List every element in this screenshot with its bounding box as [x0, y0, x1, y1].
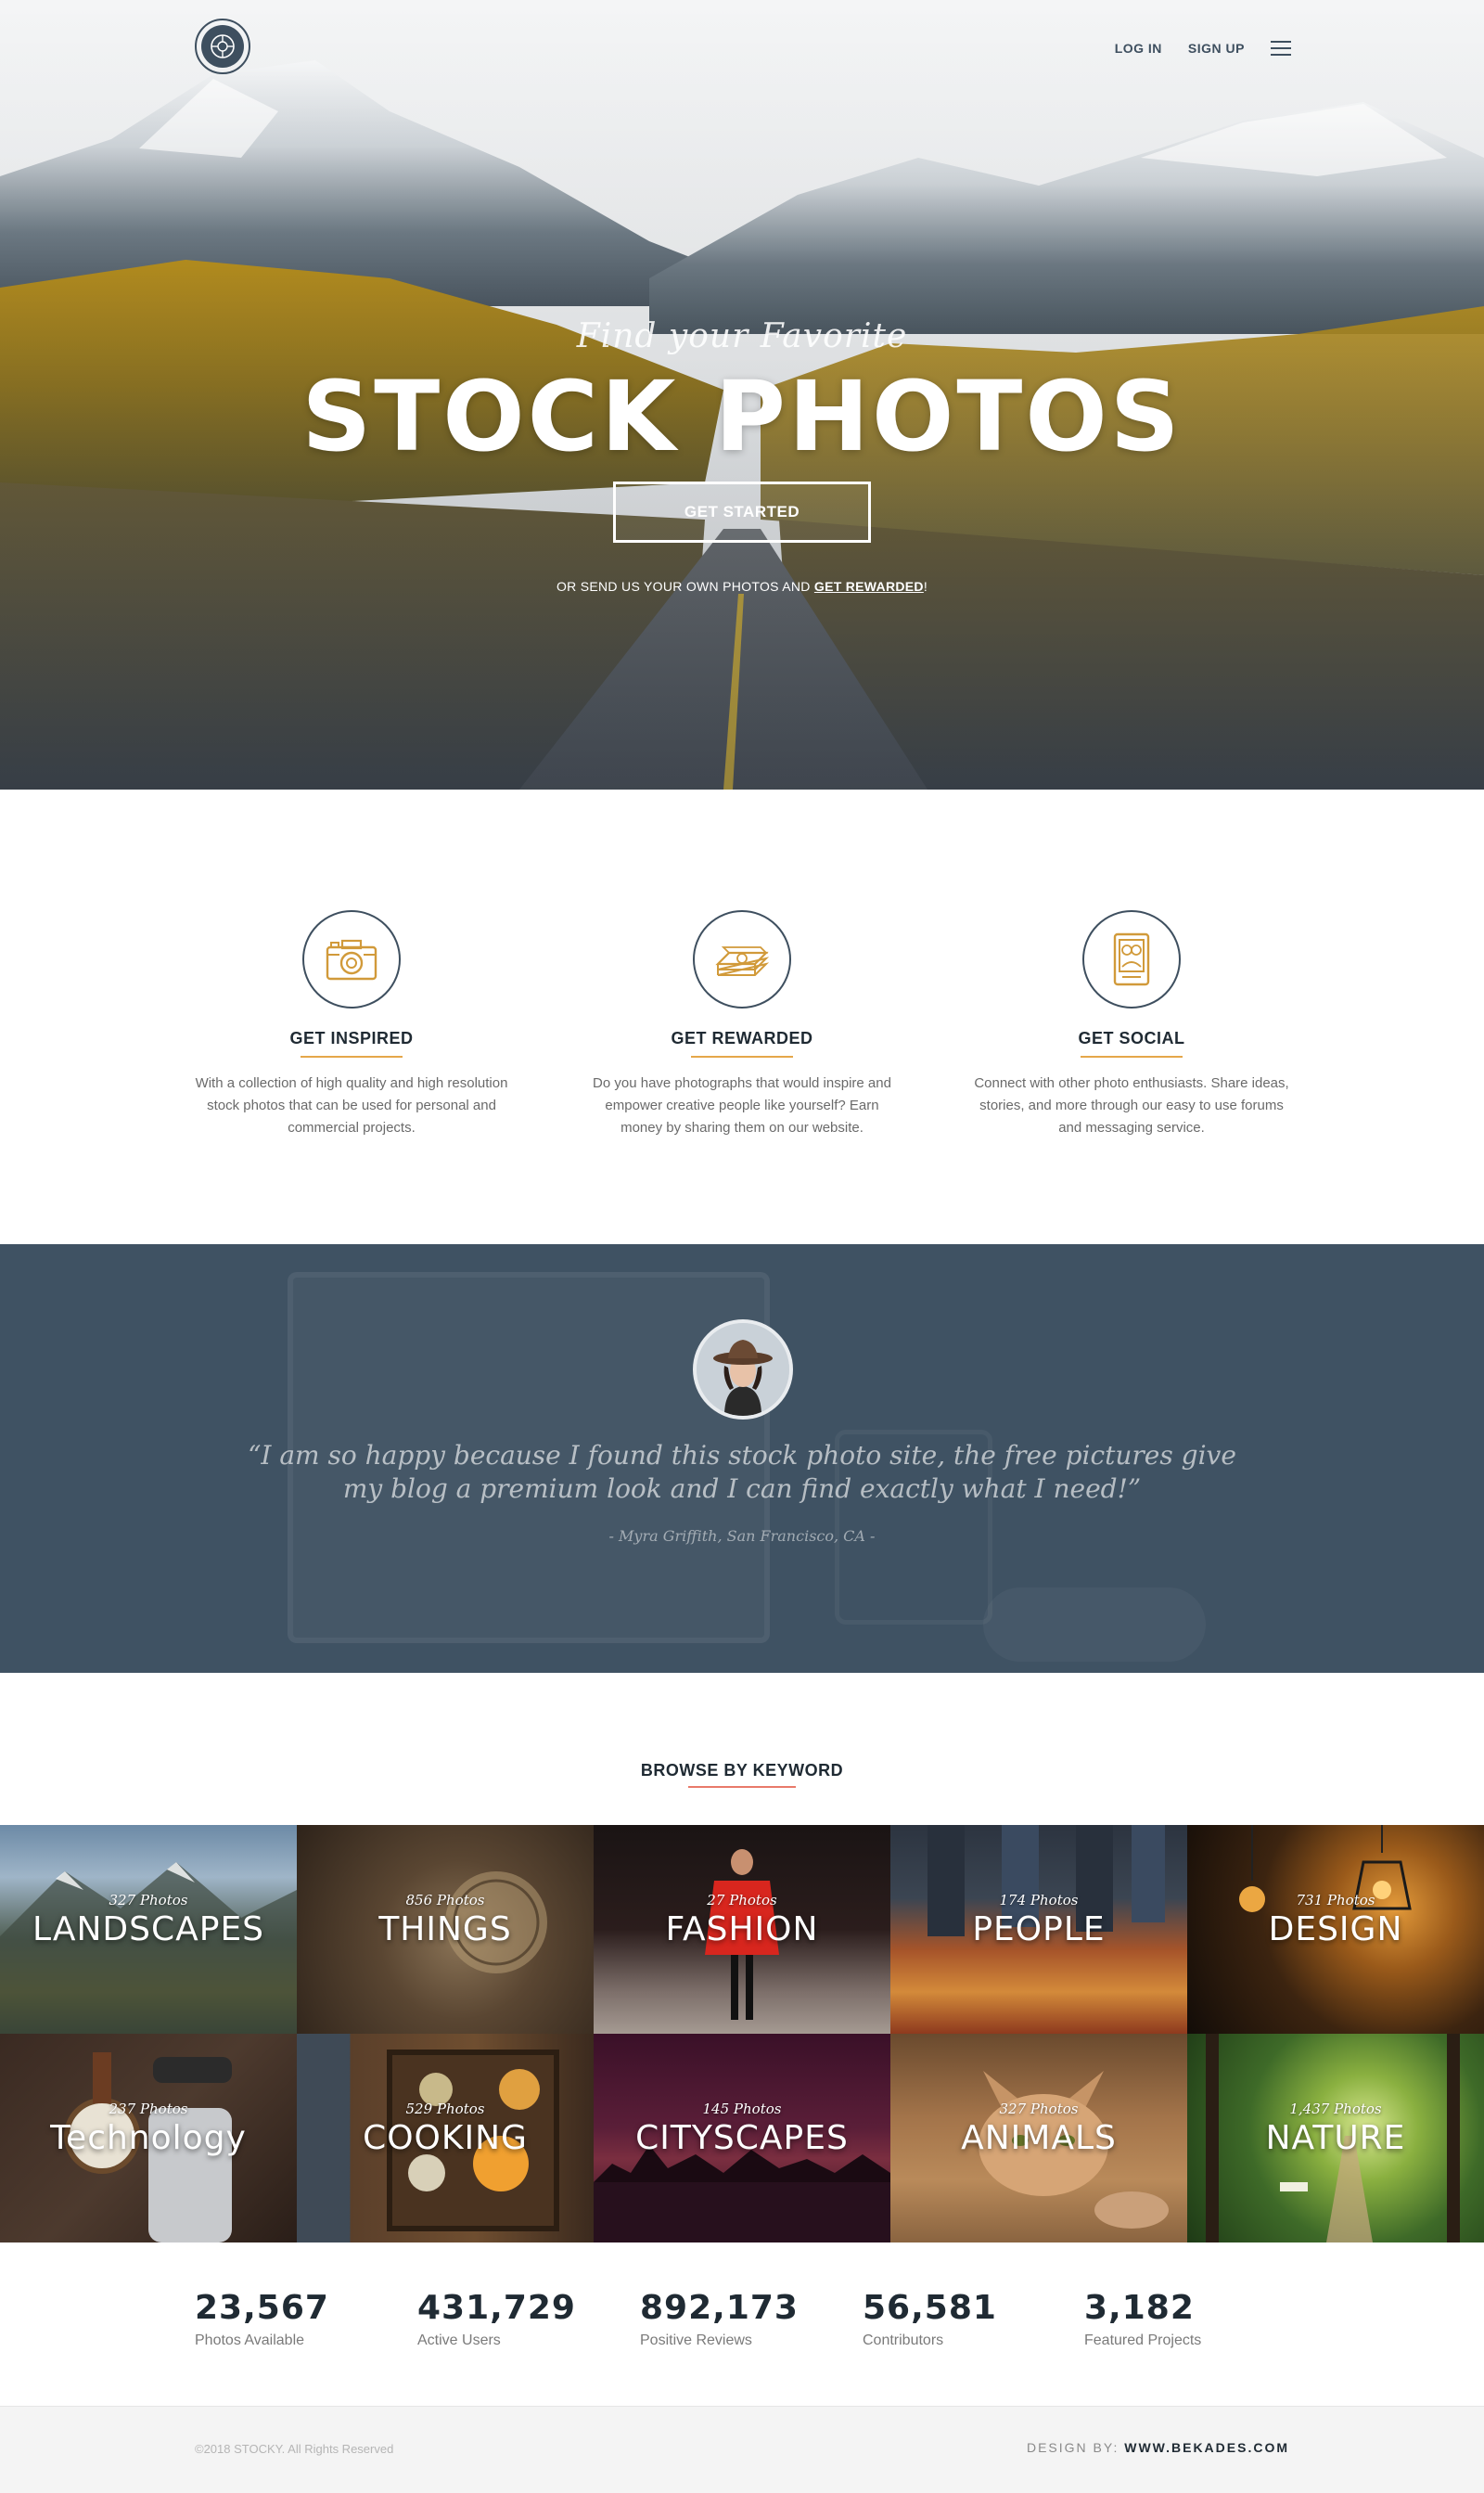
- features-section: GET INSPIRED With a collection of high q…: [0, 790, 1484, 1244]
- keyword-tile-design[interactable]: 731 Photos DESIGN: [1187, 1825, 1484, 2034]
- hero-section: LOG IN SIGN UP Find your Favorite STOCK …: [0, 0, 1484, 790]
- stat-value: 56,581: [863, 2289, 997, 2327]
- feature-underline: [691, 1056, 793, 1058]
- tile-photo-count: 1,437 Photos: [1289, 2101, 1382, 2117]
- tile-label: NATURE: [1265, 2119, 1406, 2157]
- stat-label: Featured Projects: [1084, 2332, 1202, 2348]
- hero-note-text: OR SEND US YOUR OWN PHOTOS AND: [556, 579, 814, 594]
- tile-label: COOKING: [363, 2119, 528, 2157]
- design-credit-label: DESIGN BY:: [1026, 2440, 1125, 2455]
- hero-note-suffix: !: [923, 579, 928, 594]
- keyword-tile-technology[interactable]: 237 Photos Technology: [0, 2034, 297, 2242]
- stat-contributors: 56,581 Contributors: [863, 2289, 1067, 2349]
- stat-value: 23,567: [195, 2289, 329, 2327]
- tile-photo-count: 731 Photos: [1296, 1892, 1375, 1908]
- camera-icon: [326, 939, 377, 981]
- login-link[interactable]: LOG IN: [1115, 41, 1162, 56]
- get-started-button[interactable]: GET STARTED: [613, 482, 871, 543]
- stat-label: Photos Available: [195, 2332, 305, 2348]
- feature-underline: [1081, 1056, 1183, 1058]
- tile-photo-count: 327 Photos: [999, 2101, 1079, 2117]
- keyword-grid: 327 Photos LANDSCAPES 856 Photos THINGS …: [0, 1825, 1484, 2242]
- get-rewarded-link[interactable]: GET REWARDED: [814, 579, 924, 594]
- feature-text: With a collection of high quality and hi…: [195, 1075, 508, 1136]
- feature-title: GET SOCIAL: [1078, 1029, 1185, 1047]
- tile-label: Technology: [50, 2119, 247, 2157]
- top-nav: LOG IN SIGN UP: [1115, 41, 1291, 56]
- browse-heading: BROWSE BY KEYWORD: [640, 1761, 844, 1780]
- tile-photo-count: 145 Photos: [702, 2101, 782, 2117]
- tile-label: LANDSCAPES: [32, 1910, 265, 1948]
- keyword-tile-cooking[interactable]: 529 Photos COOKING: [297, 2034, 594, 2242]
- hero-subtitle: Find your Favorite: [576, 317, 908, 355]
- stat-label: Active Users: [417, 2332, 501, 2348]
- keyword-tile-nature[interactable]: 1,437 Photos NATURE: [1187, 2034, 1484, 2242]
- money-stack-icon: [715, 946, 770, 976]
- stat-photos-available: 23,567 Photos Available: [195, 2289, 399, 2349]
- feature-get-social: GET SOCIAL Connect with other photo enth…: [965, 910, 1298, 1139]
- stat-positive-reviews: 892,173 Positive Reviews: [640, 2289, 844, 2349]
- designer-link[interactable]: WWW.BEKADES.COM: [1124, 2440, 1289, 2455]
- stat-value: 892,173: [640, 2289, 799, 2327]
- social-device-icon: [1113, 932, 1150, 986]
- stat-label: Positive Reviews: [640, 2332, 752, 2348]
- avatar: [693, 1319, 793, 1420]
- design-credit: DESIGN BY: WWW.BEKADES.COM: [1027, 2440, 1289, 2455]
- tile-label: THINGS: [378, 1910, 512, 1948]
- background-headphones-image: [983, 1587, 1206, 1662]
- testimonial-author: - Myra Griffith, San Francisco, CA -: [608, 1527, 876, 1545]
- keyword-tile-things[interactable]: 856 Photos THINGS: [297, 1825, 594, 2034]
- feature-get-inspired: GET INSPIRED With a collection of high q…: [185, 910, 518, 1139]
- hamburger-menu-icon[interactable]: [1271, 41, 1291, 56]
- feature-underline: [301, 1056, 403, 1058]
- feature-text: Do you have photographs that would inspi…: [593, 1075, 891, 1136]
- tile-label: FASHION: [665, 1910, 819, 1948]
- browse-heading-underline: [688, 1786, 796, 1788]
- feature-get-rewarded: GET REWARDED Do you have photographs tha…: [575, 910, 909, 1139]
- feature-icon-circle: [693, 910, 791, 1009]
- signup-link[interactable]: SIGN UP: [1188, 41, 1245, 56]
- feature-icon-circle: [1082, 910, 1181, 1009]
- testimonial-quote: “I am so happy because I found this stoc…: [248, 1440, 1236, 1504]
- testimonial-section: “I am so happy because I found this stoc…: [0, 1244, 1484, 1673]
- tile-label: DESIGN: [1268, 1910, 1403, 1948]
- keyword-tile-animals[interactable]: 327 Photos ANIMALS: [890, 2034, 1187, 2242]
- footer: ©2018 STOCKY. All Rights Reserved DESIGN…: [0, 2406, 1484, 2493]
- copyright-text: ©2018 STOCKY. All Rights Reserved: [195, 2442, 394, 2456]
- hero-title: STOCK PHOTOS: [301, 360, 1183, 473]
- tile-label: PEOPLE: [972, 1910, 1106, 1948]
- tile-photo-count: 174 Photos: [999, 1892, 1079, 1908]
- feature-title: GET REWARDED: [671, 1029, 813, 1047]
- keyword-tile-people[interactable]: 174 Photos PEOPLE: [890, 1825, 1187, 2034]
- keyword-tile-fashion[interactable]: 27 Photos FASHION: [594, 1825, 890, 2034]
- tile-photo-count: 27 Photos: [707, 1892, 777, 1908]
- stat-featured-projects: 3,182 Featured Projects: [1084, 2289, 1288, 2349]
- tile-photo-count: 856 Photos: [405, 1892, 485, 1908]
- stats-section: 23,567 Photos Available 431,729 Active U…: [0, 2242, 1484, 2406]
- tile-label: ANIMALS: [961, 2119, 1117, 2157]
- hero-note: OR SEND US YOUR OWN PHOTOS AND GET REWAR…: [0, 579, 1484, 594]
- site-logo[interactable]: [195, 19, 250, 74]
- stat-label: Contributors: [863, 2332, 944, 2348]
- keyword-tile-landscapes[interactable]: 327 Photos LANDSCAPES: [0, 1825, 297, 2034]
- feature-text: Connect with other photo enthusiasts. Sh…: [974, 1075, 1289, 1136]
- feature-icon-circle: [302, 910, 401, 1009]
- tile-label: CITYSCAPES: [635, 2119, 849, 2157]
- tile-photo-count: 237 Photos: [109, 2101, 188, 2117]
- aperture-logo-icon: [201, 25, 244, 68]
- stat-value: 431,729: [417, 2289, 576, 2327]
- tile-photo-count: 529 Photos: [405, 2101, 485, 2117]
- stat-value: 3,182: [1084, 2289, 1195, 2327]
- stat-active-users: 431,729 Active Users: [417, 2289, 621, 2349]
- keyword-tile-cityscapes[interactable]: 145 Photos CITYSCAPES: [594, 2034, 890, 2242]
- feature-title: GET INSPIRED: [289, 1029, 414, 1047]
- tile-photo-count: 327 Photos: [109, 1892, 188, 1908]
